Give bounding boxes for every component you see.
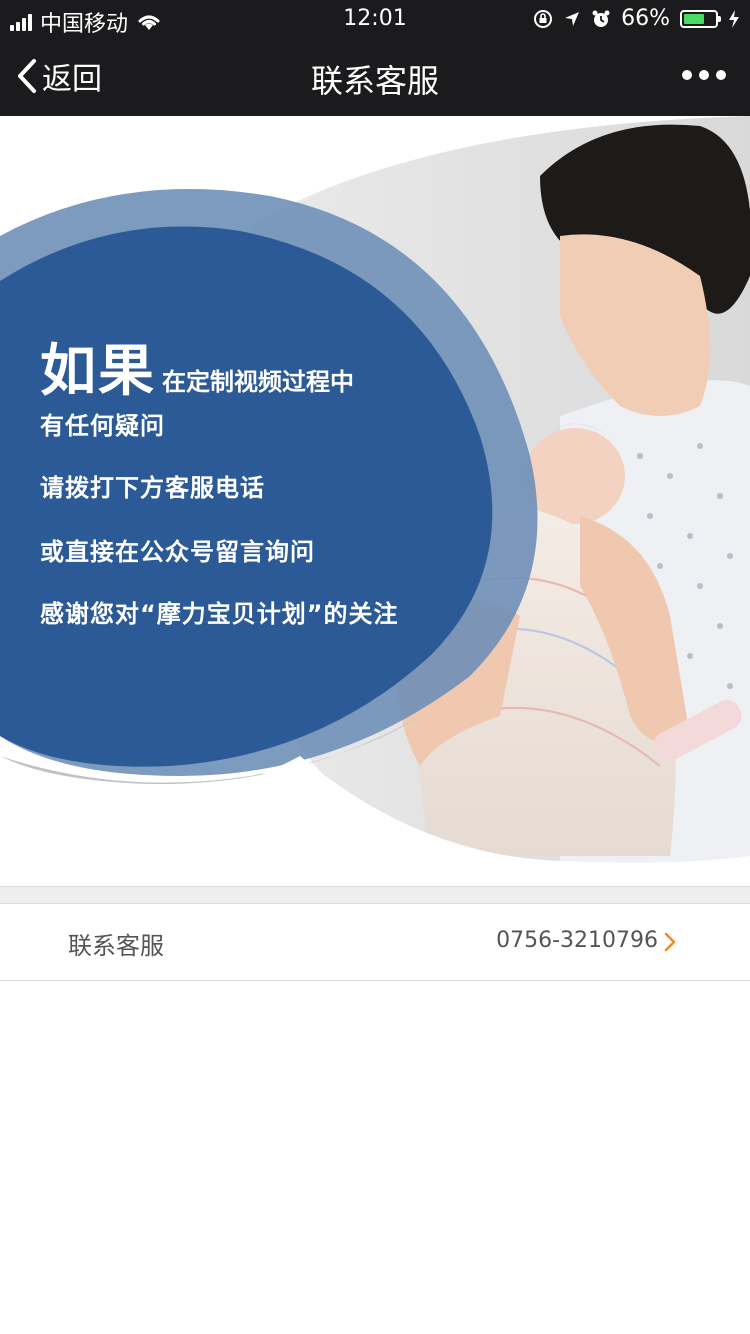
status-bar: 中国移动 12:01 66% [0,0,750,37]
charging-icon [729,9,739,28]
status-right: 66% [533,6,740,31]
battery-fill [684,13,704,24]
section-divider [0,886,750,904]
banner-image: 如果 在定制视频过程中 有任何疑问 请拨打下方客服电话 或直接在公众号留言询问 … [0,116,750,886]
contact-phone[interactable]: 0756-3210796 [496,928,658,953]
hero-small-text: 在定制视频过程中 [162,368,354,396]
contact-label: 联系客服 [68,932,164,960]
banner-line-1: 有任何疑问 [40,412,165,440]
chevron-right-icon [664,932,676,952]
contact-service-row[interactable]: 联系客服 0756-3210796 [0,904,750,981]
banner-line-4: 感谢您对“摩力宝贝计划”的关注 [40,600,399,628]
back-label: 返回 [42,62,102,97]
nav-bar: 返回 联系客服 [0,36,750,116]
battery-percent: 66% [621,6,670,31]
more-dots-icon[interactable] [682,60,726,90]
banner-hero-line: 如果 在定制视频过程中 [40,326,354,407]
orientation-lock-icon [534,9,553,28]
alarm-icon [592,10,610,27]
page-title: 联系客服 [310,62,439,100]
banner-line-3: 或直接在公众号留言询问 [40,538,315,566]
hero-big-text: 如果 [40,339,156,404]
chevron-left-icon [18,59,36,93]
banner-line-2: 请拨打下方客服电话 [40,474,265,502]
location-icon [565,11,580,26]
battery-icon [680,9,721,28]
back-button[interactable]: 返回 [16,54,102,98]
